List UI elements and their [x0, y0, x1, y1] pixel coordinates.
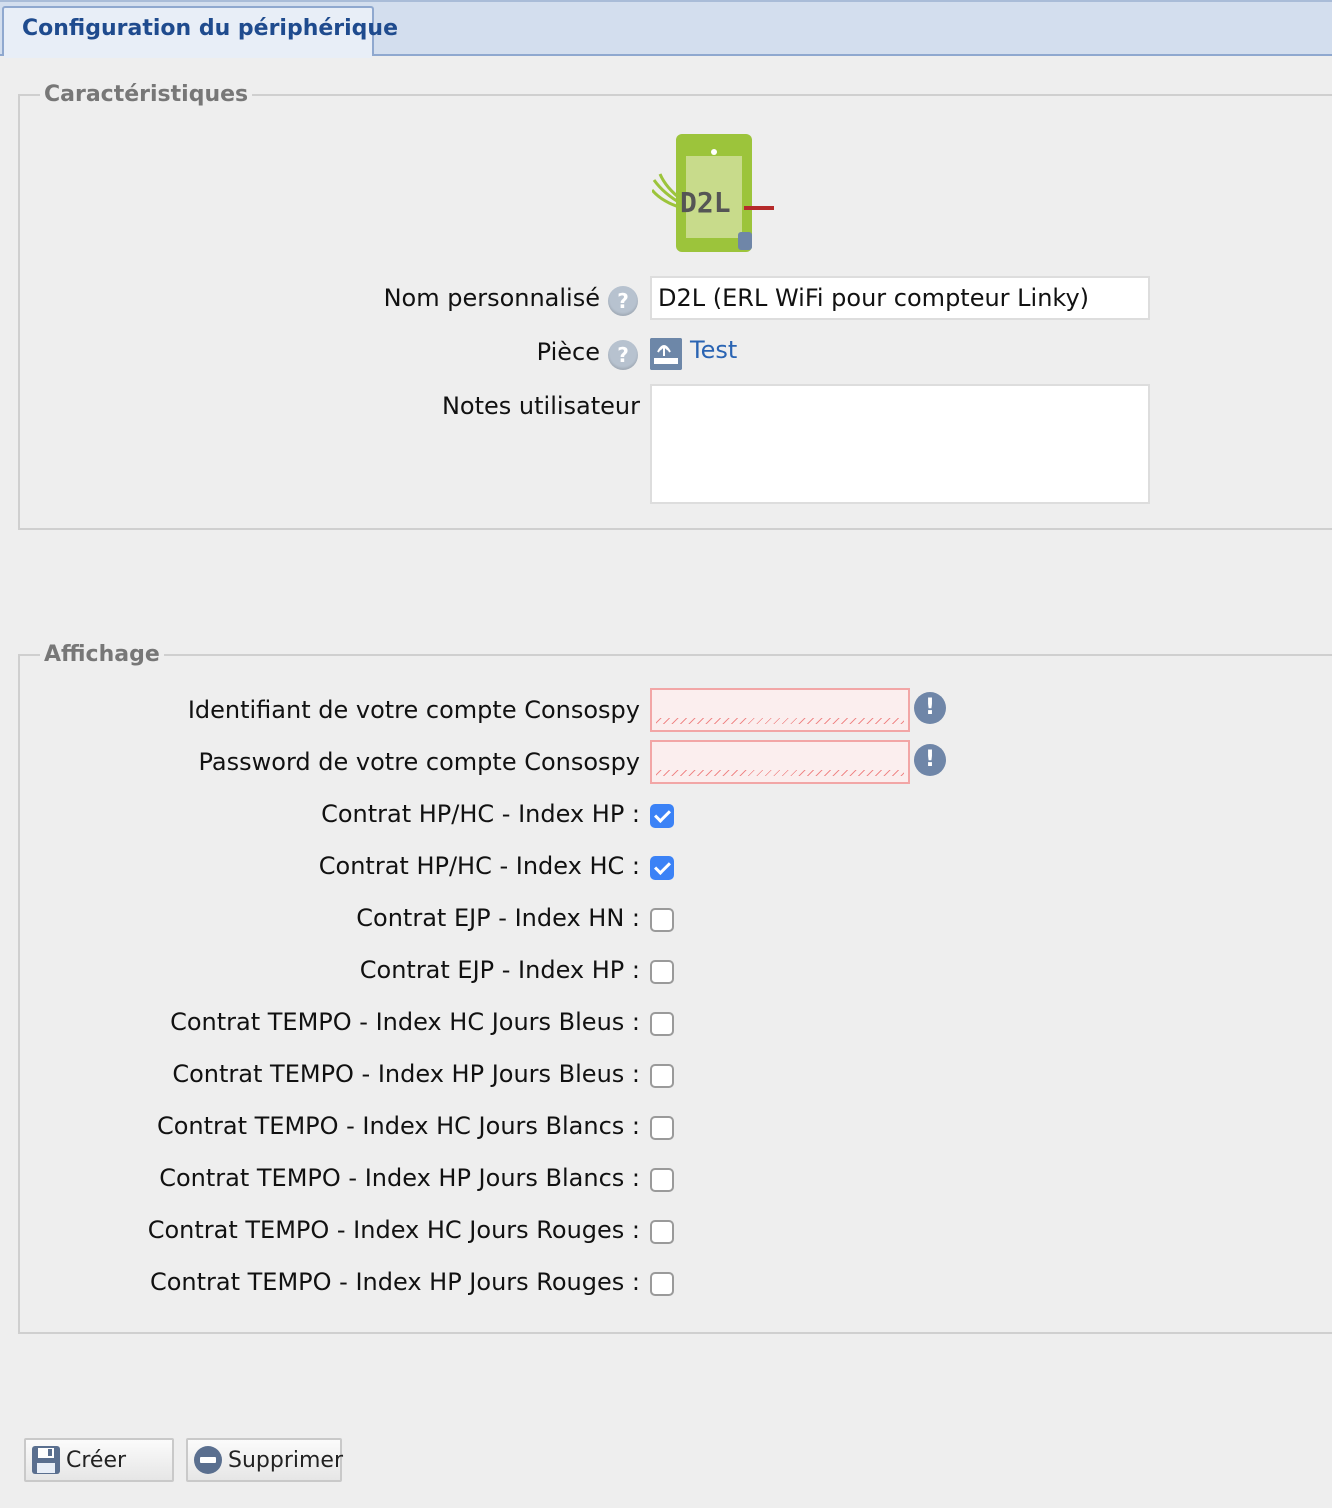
checkbox-label: Contrat EJP - Index HN : [356, 904, 640, 932]
nom-label: Nom personnalisé [383, 284, 600, 312]
d2l-logo: D2L [652, 134, 774, 252]
logo-text: D2L [680, 186, 731, 219]
delete-button-label: Supprimer [228, 1448, 344, 1473]
checkbox-label: Contrat TEMPO - Index HC Jours Bleus : [170, 1008, 640, 1036]
checkbox-label: Contrat TEMPO - Index HP Jours Rouges : [149, 1268, 640, 1296]
create-button[interactable]: Créer [24, 1438, 174, 1482]
checkbox-tempo-hp-rouges[interactable] [650, 1272, 674, 1296]
tab-cover [4, 54, 372, 58]
caracteristiques-legend: Caractéristiques [44, 82, 249, 107]
spellcheck-underline [656, 770, 904, 776]
piece-label: Pièce [536, 338, 600, 366]
floppy-disk-icon [32, 1446, 60, 1474]
identifiant-input[interactable] [650, 688, 910, 732]
create-button-label: Créer [66, 1448, 127, 1473]
checkbox-tempo-hc-blancs[interactable] [650, 1116, 674, 1140]
checkbox-hphc-hc[interactable] [650, 856, 674, 880]
delete-button[interactable]: Supprimer [186, 1438, 344, 1482]
checkbox-ejp-hp[interactable] [650, 960, 674, 984]
checkbox-tempo-hp-bleus[interactable] [650, 1064, 674, 1088]
checkbox-label: Contrat TEMPO - Index HP Jours Blancs : [159, 1164, 640, 1192]
warning-icon: ! [914, 744, 946, 776]
checkbox-ejp-hn[interactable] [650, 908, 674, 932]
checkbox-tempo-hc-bleus[interactable] [650, 1012, 674, 1036]
checkbox-label: Contrat HP/HC - Index HC : [318, 852, 640, 880]
password-input[interactable] [650, 740, 910, 784]
identifiant-label: Identifiant de votre compte Consospy [187, 696, 640, 724]
checkbox-label: Contrat EJP - Index HP : [359, 956, 640, 984]
minus-circle-icon [194, 1446, 222, 1474]
checkbox-hphc-hp[interactable] [650, 804, 674, 828]
help-icon[interactable]: ? [608, 340, 638, 370]
room-icon [650, 338, 682, 370]
checkbox-tempo-hp-blancs[interactable] [650, 1168, 674, 1192]
checkbox-label: Contrat TEMPO - Index HP Jours Bleus : [172, 1060, 640, 1088]
checkbox-tempo-hc-rouges[interactable] [650, 1220, 674, 1244]
nom-input[interactable] [650, 276, 1150, 320]
piece-link[interactable]: Test [690, 336, 737, 364]
notes-label: Notes utilisateur [441, 392, 640, 420]
warning-icon: ! [914, 692, 946, 724]
password-label: Password de votre compte Consospy [198, 748, 640, 776]
spellcheck-underline [656, 718, 904, 724]
tab-bar: Configuration du périphérique [0, 0, 1332, 58]
notes-textarea[interactable] [650, 384, 1150, 504]
affichage-legend: Affichage [44, 642, 160, 667]
checkbox-label: Contrat TEMPO - Index HC Jours Rouges : [147, 1216, 640, 1244]
tab-configuration[interactable]: Configuration du périphérique [2, 6, 398, 54]
help-icon[interactable]: ? [608, 286, 638, 316]
checkbox-label: Contrat HP/HC - Index HP : [321, 800, 640, 828]
checkbox-label: Contrat TEMPO - Index HC Jours Blancs : [156, 1112, 640, 1140]
